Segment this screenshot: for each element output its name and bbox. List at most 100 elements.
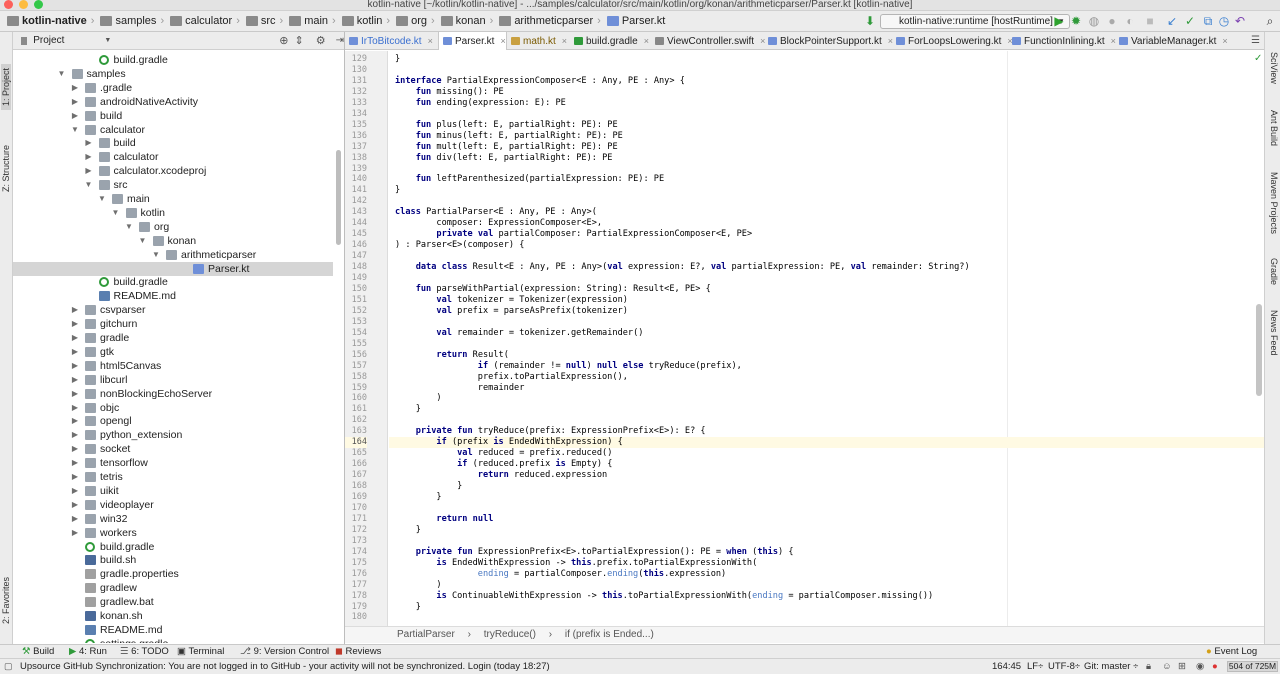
tree-row[interactable]: gradlew xyxy=(13,581,333,595)
terminal-tool-button[interactable]: ▣ Terminal xyxy=(177,645,224,658)
expand-down-icon[interactable]: ▼ xyxy=(58,67,66,81)
version-control-tool-button[interactable]: ⎇ 9: Version Control xyxy=(240,645,329,658)
upsource-icon[interactable]: ◉ xyxy=(1196,659,1204,674)
structure-tool-tab[interactable]: Z: Structure xyxy=(1,145,11,192)
error-icon[interactable]: ● xyxy=(1212,659,1218,674)
memory-indicator[interactable]: 504 of 725M xyxy=(1227,661,1278,672)
editor-gutter[interactable]: 129 130 131 132 133 134 135 136 137 138 139 140 141 1… xyxy=(345,51,388,626)
nav-breadcrumb-item[interactable]: src › xyxy=(243,15,286,27)
build-arrow-icon[interactable]: ⬇ xyxy=(864,15,876,27)
editor-tab[interactable]: VariableManager.kt × xyxy=(1115,32,1228,50)
maven-tool-tab[interactable]: Maven Projects xyxy=(1269,172,1279,234)
expand-right-icon[interactable]: ▶ xyxy=(71,387,79,401)
status-message[interactable]: Upsource GitHub Synchronization: You are… xyxy=(20,659,550,674)
nav-breadcrumb-item[interactable]: kotlin › xyxy=(339,15,393,27)
tree-row[interactable]: ▶ python_extension xyxy=(13,428,333,442)
nav-breadcrumb-item[interactable]: kotlin-native › xyxy=(4,15,97,27)
tree-row[interactable]: gradle.properties xyxy=(13,567,333,581)
expand-right-icon[interactable]: ▶ xyxy=(71,345,79,359)
editor-tab[interactable]: IrToBitcode.kt × xyxy=(345,32,438,50)
expand-down-icon[interactable]: ▼ xyxy=(139,234,147,248)
tree-row[interactable]: ▶ win32 xyxy=(13,512,333,526)
expand-down-icon[interactable]: ▼ xyxy=(85,178,93,192)
tree-row[interactable]: ▼ src xyxy=(13,178,333,192)
tree-row[interactable]: ▶ opengl xyxy=(13,414,333,428)
expand-down-icon[interactable]: ▼ xyxy=(71,123,79,137)
expand-down-icon[interactable]: ▼ xyxy=(125,220,133,234)
breadcrumb-class[interactable]: PartialParser xyxy=(397,629,455,640)
expand-right-icon[interactable]: ▶ xyxy=(71,498,79,512)
editor-tab[interactable]: build.gradle × xyxy=(570,32,651,50)
tree-row[interactable]: ▶ libcurl xyxy=(13,373,333,387)
tabs-overflow-icon[interactable]: ☰ xyxy=(1251,35,1260,46)
expand-right-icon[interactable]: ▶ xyxy=(71,526,79,540)
editor-tab[interactable]: ForLoopsLowering.kt × xyxy=(892,32,1013,50)
hide-panel-icon[interactable]: ⇥ xyxy=(336,35,344,46)
tree-row[interactable]: gradlew.bat xyxy=(13,595,333,609)
editor-tab[interactable]: ViewController.swift × xyxy=(651,32,765,50)
profile-icon[interactable]: ● xyxy=(1106,15,1118,27)
expand-right-icon[interactable]: ▶ xyxy=(71,414,79,428)
tree-row[interactable]: ▶ videoplayer xyxy=(13,498,333,512)
expand-right-icon[interactable]: ▶ xyxy=(71,442,79,456)
expand-right-icon[interactable]: ▶ xyxy=(71,484,79,498)
editor-scrollbar[interactable] xyxy=(1256,304,1262,396)
tree-row[interactable]: build.gradle xyxy=(13,53,333,67)
expand-right-icon[interactable]: ▶ xyxy=(71,373,79,387)
tree-row[interactable]: ▶ gradle xyxy=(13,331,333,345)
tree-row[interactable]: ▶ androidNativeActivity xyxy=(13,95,333,109)
expand-right-icon[interactable]: ▶ xyxy=(71,359,79,373)
event-log-tool-button[interactable]: ● Event Log xyxy=(1206,645,1257,658)
git-branch[interactable]: Git: master ÷ xyxy=(1084,659,1138,674)
tasks-icon[interactable]: ⊞ xyxy=(1178,659,1186,674)
minimize-window-icon[interactable] xyxy=(19,0,28,9)
caret-position[interactable]: 164:45 xyxy=(992,659,1021,674)
tree-row[interactable]: ▶ build xyxy=(13,136,333,150)
code-editor[interactable]: 129 130 131 132 133 134 135 136 137 138 139 140 141 1… xyxy=(345,51,1264,626)
tree-row[interactable]: ▶ tensorflow xyxy=(13,456,333,470)
close-tab-icon[interactable]: × xyxy=(644,36,649,46)
tree-row[interactable]: ▶ html5Canvas xyxy=(13,359,333,373)
expand-down-icon[interactable]: ▼ xyxy=(98,192,106,206)
project-tree-scrollbar[interactable] xyxy=(336,150,341,245)
vcs-history-icon[interactable]: ◷ xyxy=(1218,15,1230,27)
stop-icon[interactable]: ■ xyxy=(1144,15,1156,27)
sciview-tool-tab[interactable]: SciView xyxy=(1269,52,1279,84)
nav-breadcrumb-item[interactable]: main › xyxy=(286,15,339,27)
nav-breadcrumb-item[interactable]: calculator › xyxy=(167,15,243,27)
lock-icon[interactable]: 🔒︎ xyxy=(1146,659,1151,674)
tree-row[interactable]: build.sh xyxy=(13,553,333,567)
tree-row[interactable]: ▼ main xyxy=(13,192,333,206)
vcs-update-icon[interactable]: ↙ xyxy=(1166,15,1178,27)
editor-tab[interactable]: BlockPointerSupport.kt × xyxy=(764,32,893,50)
news-feed-tool-tab[interactable]: News Feed xyxy=(1269,310,1279,356)
tree-row[interactable]: README.md xyxy=(13,623,333,637)
favorites-tool-tab[interactable]: 2: Favorites xyxy=(1,577,11,624)
status-toggle-icon[interactable]: ▢ xyxy=(4,659,13,674)
collapse-all-icon[interactable]: ⇕ xyxy=(295,34,304,47)
breadcrumb-function[interactable]: tryReduce() xyxy=(484,629,536,640)
expand-right-icon[interactable]: ▶ xyxy=(71,456,79,470)
close-window-icon[interactable] xyxy=(4,0,13,9)
expand-right-icon[interactable]: ▶ xyxy=(71,470,79,484)
tree-row[interactable]: ▼ samples xyxy=(13,67,333,81)
tree-row[interactable]: ▼ arithmeticparser xyxy=(13,248,333,262)
nav-breadcrumb-item[interactable]: Parser.kt xyxy=(604,15,668,27)
gear-icon[interactable]: ⚙ xyxy=(316,34,326,47)
tree-row[interactable]: build.gradle xyxy=(13,275,333,289)
expand-right-icon[interactable]: ▶ xyxy=(85,150,93,164)
coverage-icon[interactable]: ◍ xyxy=(1088,15,1100,27)
tree-row[interactable]: ▶ gitchurn xyxy=(13,317,333,331)
ant-build-tool-tab[interactable]: Ant Build xyxy=(1269,110,1279,146)
tree-row[interactable]: ▶ socket xyxy=(13,442,333,456)
tree-row[interactable]: ▶ calculator.xcodeproj xyxy=(13,164,333,178)
editor-tab[interactable]: Parser.kt × xyxy=(438,32,507,50)
tree-row[interactable]: ▶ calculator xyxy=(13,150,333,164)
tree-row[interactable]: ▼ calculator xyxy=(13,123,333,137)
attach-icon[interactable]: ◐ xyxy=(1124,15,1136,27)
expand-right-icon[interactable]: ▶ xyxy=(71,303,79,317)
expand-right-icon[interactable]: ▶ xyxy=(71,109,79,123)
tree-row[interactable]: ▼ org xyxy=(13,220,333,234)
editor-tab[interactable]: FunctionInlining.kt × xyxy=(1008,32,1116,50)
tree-row[interactable]: ▶ build xyxy=(13,109,333,123)
